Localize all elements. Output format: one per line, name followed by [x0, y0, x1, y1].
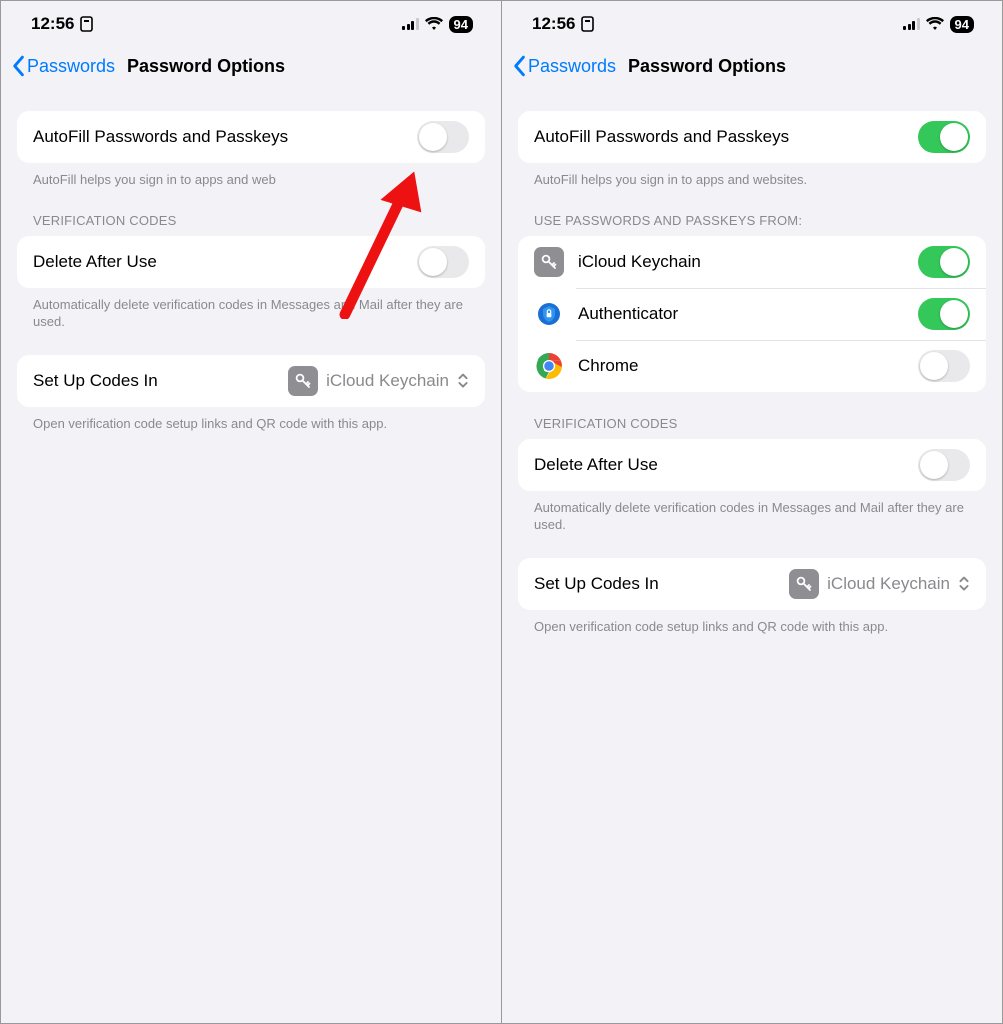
autofill-label: AutoFill Passwords and Passkeys [534, 127, 918, 147]
back-button[interactable]: Passwords [11, 55, 115, 77]
page-title: Password Options [127, 56, 285, 77]
autofill-row[interactable]: AutoFill Passwords and Passkeys [17, 111, 485, 163]
setup-codes-value: iCloud Keychain [827, 574, 950, 594]
key-icon [288, 366, 318, 396]
delete-after-use-row[interactable]: Delete After Use [518, 439, 986, 491]
chevron-updown-icon [457, 371, 469, 390]
nav-bar: Passwords Password Options [1, 47, 501, 91]
verification-header: VERIFICATION CODES [17, 213, 485, 236]
delete-after-use-footer: Automatically delete verification codes … [17, 288, 485, 331]
autofill-footer: AutoFill helps you sign in to apps and w… [17, 163, 485, 189]
chevron-left-icon [11, 55, 25, 77]
delete-after-use-label: Delete After Use [534, 455, 918, 475]
battery-indicator: 94 [449, 16, 473, 33]
setup-codes-value: iCloud Keychain [326, 371, 449, 391]
autofill-label: AutoFill Passwords and Passkeys [33, 127, 417, 147]
chevron-updown-icon [958, 574, 970, 593]
setup-codes-footer: Open verification code setup links and Q… [518, 610, 986, 636]
provider-row-authenticator[interactable]: Authenticator [518, 288, 986, 340]
wifi-icon [425, 17, 443, 31]
setup-codes-selector[interactable]: iCloud Keychain [288, 366, 469, 396]
authenticator-icon [534, 299, 564, 329]
provider-row-icloud[interactable]: iCloud Keychain [518, 236, 986, 288]
chrome-icon [534, 351, 564, 381]
provider-row-chrome[interactable]: Chrome [518, 340, 986, 392]
provider-label: Chrome [578, 356, 918, 376]
status-time: 12:56 [31, 14, 74, 34]
setup-codes-row[interactable]: Set Up Codes In iCloud Keychain [518, 558, 986, 610]
card-icon [581, 16, 594, 32]
page-title: Password Options [628, 56, 786, 77]
autofill-toggle[interactable] [918, 121, 970, 153]
cell-signal-icon [903, 18, 920, 30]
status-time: 12:56 [532, 14, 575, 34]
back-label: Passwords [27, 56, 115, 77]
card-icon [80, 16, 93, 32]
autofill-footer: AutoFill helps you sign in to apps and w… [518, 163, 986, 189]
providers-header: USE PASSWORDS AND PASSKEYS FROM: [518, 213, 986, 236]
content-area: AutoFill Passwords and Passkeys AutoFill… [1, 91, 501, 432]
autofill-row[interactable]: AutoFill Passwords and Passkeys [518, 111, 986, 163]
verification-header: VERIFICATION CODES [518, 416, 986, 439]
cell-signal-icon [402, 18, 419, 30]
delete-after-use-label: Delete After Use [33, 252, 417, 272]
phone-screen-left: 12:56 94 Passwords Password Options Auto… [1, 1, 501, 1023]
content-area: AutoFill Passwords and Passkeys AutoFill… [502, 91, 1002, 635]
back-button[interactable]: Passwords [512, 55, 616, 77]
provider-label: iCloud Keychain [578, 252, 918, 272]
delete-after-use-toggle[interactable] [417, 246, 469, 278]
delete-after-use-row[interactable]: Delete After Use [17, 236, 485, 288]
wifi-icon [926, 17, 944, 31]
provider-toggle-chrome[interactable] [918, 350, 970, 382]
autofill-toggle[interactable] [417, 121, 469, 153]
status-bar: 12:56 94 [1, 1, 501, 47]
setup-codes-row[interactable]: Set Up Codes In iCloud Keychain [17, 355, 485, 407]
setup-codes-selector[interactable]: iCloud Keychain [789, 569, 970, 599]
key-icon [789, 569, 819, 599]
provider-label: Authenticator [578, 304, 918, 324]
provider-toggle-authenticator[interactable] [918, 298, 970, 330]
delete-after-use-toggle[interactable] [918, 449, 970, 481]
setup-codes-label: Set Up Codes In [534, 574, 789, 594]
status-bar: 12:56 94 [502, 1, 1002, 47]
phone-screen-right: 12:56 94 Passwords Password Options Auto… [501, 1, 1002, 1023]
delete-after-use-footer: Automatically delete verification codes … [518, 491, 986, 534]
setup-codes-footer: Open verification code setup links and Q… [17, 407, 485, 433]
back-label: Passwords [528, 56, 616, 77]
provider-toggle-icloud[interactable] [918, 246, 970, 278]
key-icon [534, 247, 564, 277]
chevron-left-icon [512, 55, 526, 77]
nav-bar: Passwords Password Options [502, 47, 1002, 91]
setup-codes-label: Set Up Codes In [33, 371, 288, 391]
battery-indicator: 94 [950, 16, 974, 33]
